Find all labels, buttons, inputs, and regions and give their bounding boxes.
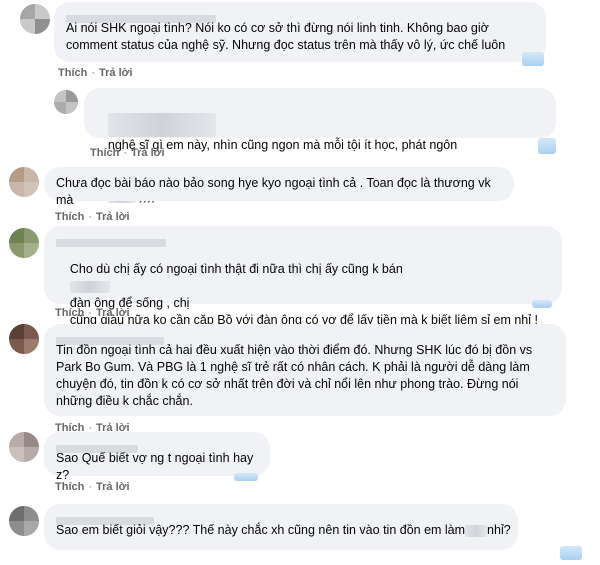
like-link[interactable]: Thích xyxy=(55,481,84,493)
comment-bubble: Chưa đọc bài báo nào bảo song hye kyo ng… xyxy=(44,167,514,207)
like-link[interactable]: Thích xyxy=(55,211,84,223)
avatar[interactable] xyxy=(9,324,39,354)
comment-actions: Thích · Trả lời xyxy=(55,307,130,319)
comment-actions: Thích · Trả lời xyxy=(55,211,130,223)
avatar[interactable] xyxy=(54,90,78,114)
reaction-badge[interactable] xyxy=(522,52,544,66)
comment-text: Chưa đọc bài báo nào bảo song hye kyo ng… xyxy=(56,176,495,207)
avatar[interactable] xyxy=(9,432,39,462)
reply-link[interactable]: Trả lời xyxy=(96,307,130,319)
commenter-name[interactable] xyxy=(56,234,550,247)
reaction-badge[interactable] xyxy=(538,138,556,154)
reaction-badge[interactable] xyxy=(532,300,552,308)
comment-bubble: nghệ sĩ gì em này, nhìn cũng ngon mà mỗi… xyxy=(84,88,556,203)
reply-link[interactable]: Trả lời xyxy=(96,481,130,493)
blurred-word xyxy=(69,280,110,293)
comment-bubble: Sao Quế biết vợ ng t ngoại tình hay z? xyxy=(44,432,270,482)
comment-text: Ai nói SHK ngoại tình? Nói ko có cơ sở t… xyxy=(66,21,506,52)
comment-bubble: Cho dù chị ấy có ngoại tình thật đi nữa … xyxy=(44,226,562,344)
avatar[interactable] xyxy=(9,506,39,536)
reply-link[interactable]: Trả lời xyxy=(131,147,165,159)
comment-bubble: Ai nói SHK ngoại tình? Nói ko có cơ sở t… xyxy=(54,2,546,62)
avatar[interactable] xyxy=(9,167,39,197)
comment-bubble: Sao em biết giỏi vậy??? Thế này chắc xh … xyxy=(44,504,518,550)
blurred-name xyxy=(107,113,216,137)
like-link[interactable]: Thích xyxy=(90,147,119,159)
blurred-word xyxy=(465,524,488,537)
reaction-badge[interactable] xyxy=(560,546,582,560)
avatar[interactable] xyxy=(20,4,50,34)
comment-text: Sao em biết giỏi vậy??? Thế này chắc xh … xyxy=(56,523,466,537)
commenter-name[interactable] xyxy=(66,10,534,23)
comment-text-end: nhỉ? xyxy=(487,523,511,537)
comment-text: Cho dù chị ấy có ngoại tình thật đi nữa … xyxy=(69,262,403,276)
comment-text: Sao Quế biết vợ ng t ngoại tình hay z? xyxy=(56,451,257,482)
reply-link[interactable]: Trả lời xyxy=(96,211,130,223)
comment-actions: Thích · Trả lời xyxy=(90,147,165,159)
avatar[interactable] xyxy=(9,228,39,258)
comment-actions: Thích · Trả lời xyxy=(55,481,130,493)
commenter-name[interactable] xyxy=(56,512,506,525)
like-link[interactable]: Thích xyxy=(55,307,84,319)
reaction-badge[interactable] xyxy=(234,473,258,481)
like-link[interactable]: Thích xyxy=(58,67,87,79)
commenter-name[interactable] xyxy=(56,332,554,345)
commenter-name[interactable] xyxy=(56,440,258,453)
comment-text: Tin đồn ngoại tình cả hai đều xuất hiện … xyxy=(56,343,536,408)
comment-bubble: Tin đồn ngoại tình cả hai đều xuất hiện … xyxy=(44,324,566,416)
reply-link[interactable]: Trả lời xyxy=(99,67,133,79)
comment-actions: Thích · Trả lời xyxy=(58,67,133,79)
